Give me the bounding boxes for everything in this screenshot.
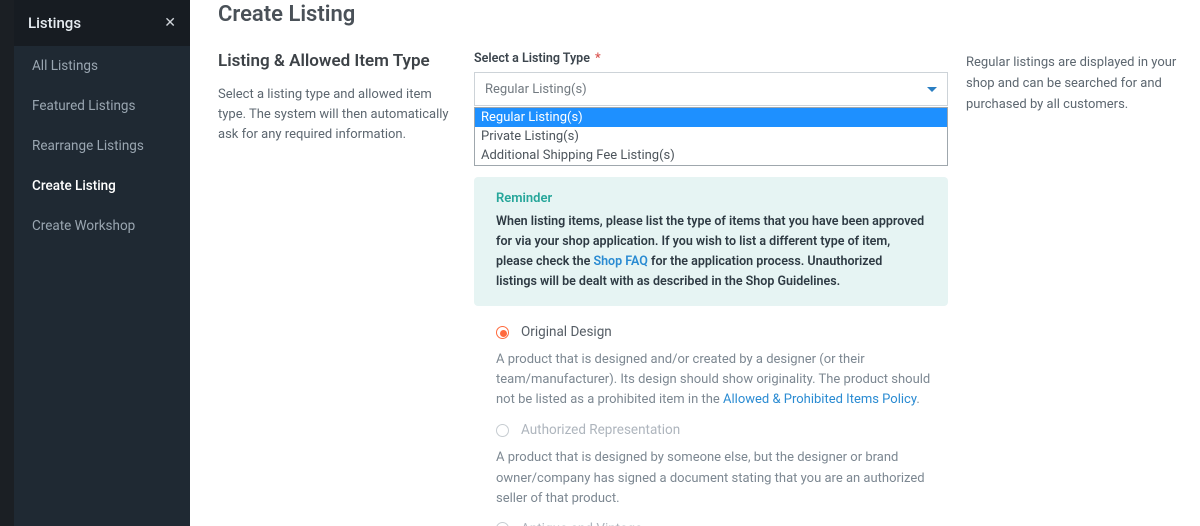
item-type-antique: Antique and Vintage A product that is gr… [496,521,948,526]
radio-label: Authorized Representation [521,422,680,438]
radio-desc: A product that is designed and/or create… [496,350,948,410]
radio-desc: A product that is designed by someone el… [496,448,948,508]
item-type-original: Original Design A product that is design… [496,324,948,410]
section-desc: Select a listing type and allowed item t… [218,85,456,145]
reminder-body: When listing items, please list the type… [496,212,926,292]
listing-type-help-text: Regular listings are displayed in your s… [966,53,1180,115]
policy-link[interactable]: Allowed & Prohibited Items Policy [723,392,916,407]
chevron-down-icon [927,87,937,92]
form-columns: Listing & Allowed Item Type Select a lis… [218,51,1180,526]
content: Create Listing Listing & Allowed Item Ty… [190,0,1200,526]
form-center-column: Select a Listing Type * Regular Listing(… [474,51,948,526]
sidebar-header: Listings ✕ [14,0,190,46]
right-column: Regular listings are displayed in your s… [966,51,1180,526]
radio-icon [496,522,509,526]
section-heading: Listing & Allowed Item Type [218,51,456,71]
radio-row-antique[interactable]: Antique and Vintage [496,521,948,526]
reminder-title: Reminder [496,191,926,206]
dropdown-option-shipping-fee[interactable]: Additional Shipping Fee Listing(s) [475,146,947,165]
sidebar-item-all-listings[interactable]: All Listings [14,46,190,86]
dropdown-option-regular[interactable]: Regular Listing(s) [475,108,947,127]
item-type-authorized: Authorized Representation A product that… [496,422,948,508]
sidebar-item-label: Create Listing [32,178,116,194]
sidebar-item-label: All Listings [32,58,98,74]
radio-label: Original Design [521,324,612,340]
page-title: Create Listing [218,2,1180,27]
radio-icon [496,424,509,437]
radio-row-original[interactable]: Original Design [496,324,948,340]
listing-type-selected: Regular Listing(s) [485,82,587,97]
radio-row-authorized[interactable]: Authorized Representation [496,422,948,438]
listing-type-label: Select a Listing Type * [474,51,948,66]
original-desc-post: . [916,392,919,407]
reminder-box: Reminder When listing items, please list… [474,177,948,306]
shop-faq-link[interactable]: Shop FAQ [593,254,647,269]
sidebar-item-create-workshop[interactable]: Create Workshop [14,206,190,246]
sidebar-item-rearrange-listings[interactable]: Rearrange Listings [14,126,190,166]
dropdown-option-private[interactable]: Private Listing(s) [475,127,947,146]
sidebar-item-featured-listings[interactable]: Featured Listings [14,86,190,126]
icon-rail [0,0,14,526]
close-icon[interactable]: ✕ [164,15,176,31]
listing-type-select[interactable]: Regular Listing(s) [474,72,948,106]
listing-type-dropdown: Regular Listing(s) Private Listing(s) Ad… [474,107,948,166]
section-info-column: Listing & Allowed Item Type Select a lis… [218,51,456,526]
sidebar-item-label: Create Workshop [32,218,135,234]
sidebar: Listings ✕ All Listings Featured Listing… [14,0,190,526]
sidebar-item-label: Featured Listings [32,98,135,114]
radio-icon [496,326,509,339]
sidebar-item-create-listing[interactable]: Create Listing [14,166,190,206]
radio-label: Antique and Vintage [521,521,642,526]
sidebar-item-label: Rearrange Listings [32,138,144,154]
listing-type-label-text: Select a Listing Type [474,51,590,66]
required-asterisk: * [595,51,601,66]
sidebar-title: Listings [28,14,81,32]
